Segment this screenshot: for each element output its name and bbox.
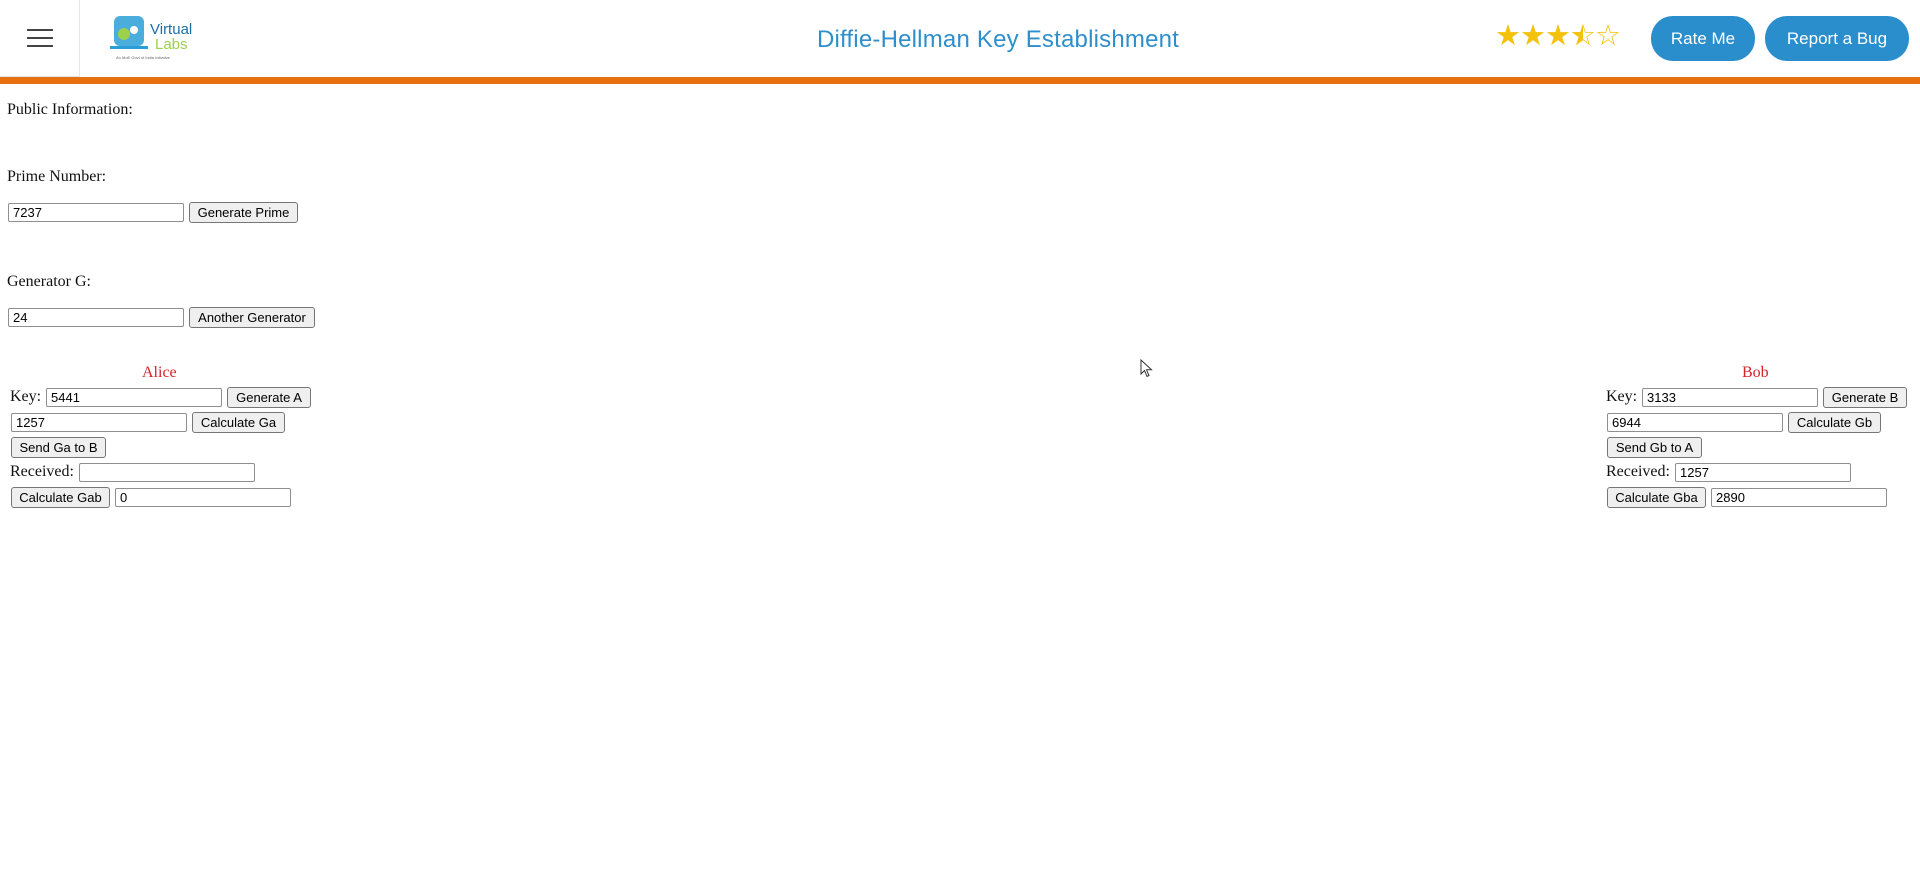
header-divider [0,77,1920,84]
top-header: Virtual Labs An MoE Govt of India Initia… [0,0,1920,78]
bob-received-input[interactable] [1675,463,1851,482]
another-generator-button[interactable]: Another Generator [189,307,315,328]
calculate-gba-button[interactable]: Calculate Gba [1607,487,1706,508]
calculate-ga-button[interactable]: Calculate Ga [192,412,285,433]
alice-received-label: Received: [10,463,74,480]
star-half-icon[interactable]: ☆★ [1570,20,1596,50]
bob-gb-input[interactable] [1607,413,1783,432]
alice-ga-input[interactable] [11,413,187,432]
bob-key-label: Key: [1606,388,1638,405]
mouse-cursor-icon [1140,359,1153,378]
star-empty-icon[interactable]: ☆ [1595,18,1621,52]
alice-shared-key-input[interactable] [115,488,291,507]
generate-prime-button[interactable]: Generate Prime [189,202,298,223]
page-title: Diffie-Hellman Key Establishment [816,26,1180,53]
generate-b-button[interactable]: Generate B [1823,387,1907,408]
star-rating[interactable]: ★★★☆★☆ [1495,18,1621,52]
calculate-gb-button[interactable]: Calculate Gb [1788,412,1881,433]
bob-heading: Bob [1742,364,1769,381]
send-ga-to-b-button[interactable]: Send Ga to B [11,437,106,458]
bob-key-input[interactable] [1642,388,1818,407]
star-full-icon[interactable]: ★ [1495,18,1521,52]
bob-shared-key-input[interactable] [1711,488,1887,507]
generator-input[interactable] [8,308,184,327]
alice-received-input[interactable] [79,463,255,482]
bob-received-label: Received: [1606,463,1670,480]
send-gb-to-a-button[interactable]: Send Gb to A [1607,437,1702,458]
calculate-gab-button[interactable]: Calculate Gab [11,487,110,508]
public-info-heading: Public Information: [7,101,133,118]
report-bug-button[interactable]: Report a Bug [1765,16,1909,61]
prime-number-label: Prime Number: [7,168,107,185]
alice-key-input[interactable] [46,388,222,407]
prime-number-input[interactable] [8,203,184,222]
alice-key-label: Key: [10,388,42,405]
alice-heading: Alice [142,364,177,381]
rate-me-button[interactable]: Rate Me [1651,16,1755,61]
star-full-icon[interactable]: ★ [1545,18,1571,52]
generate-a-button[interactable]: Generate A [227,387,311,408]
svg-text:An MoE Govt of India Initiativ: An MoE Govt of India Initiative [116,55,171,60]
generator-label: Generator G: [7,273,91,290]
star-full-icon[interactable]: ★ [1520,18,1546,52]
